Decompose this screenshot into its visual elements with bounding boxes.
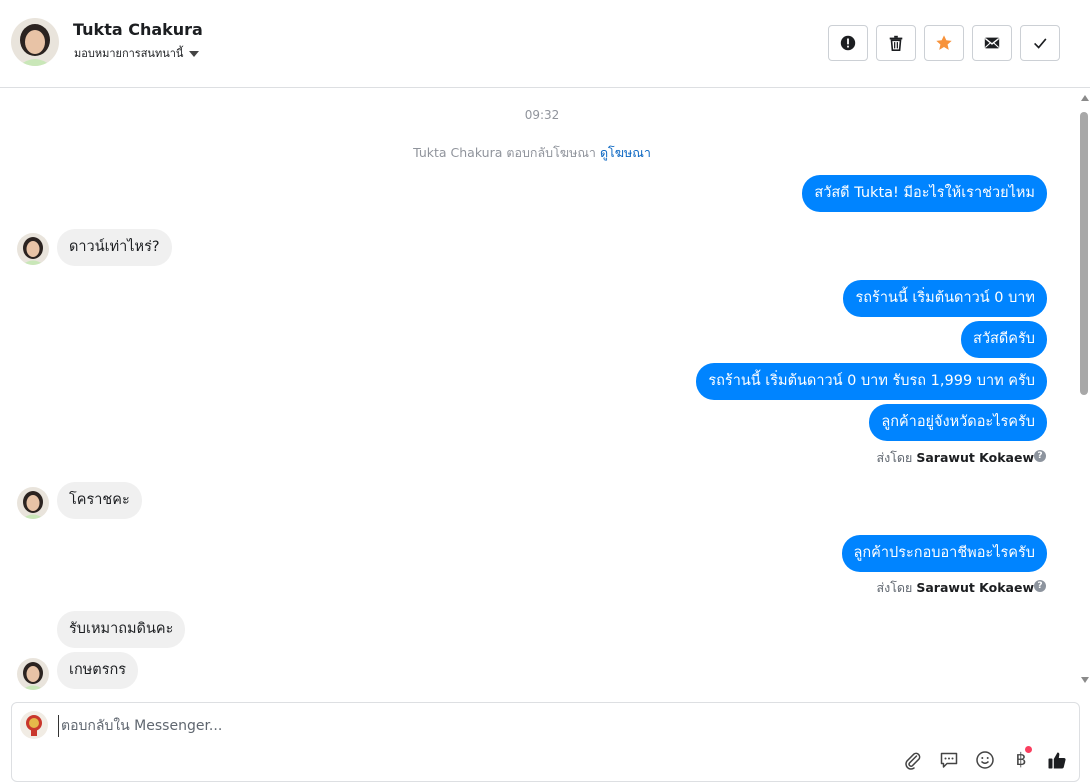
emoji-icon [976, 751, 994, 769]
saved-replies-button[interactable] [938, 749, 960, 771]
star-icon [936, 35, 952, 50]
outgoing-message: รถร้านนี้ เริ่มต้นดาวน์ 0 บาท รับรถ 1,99… [696, 363, 1047, 400]
mark-unread-button[interactable] [972, 25, 1012, 61]
contact-avatar-small [17, 658, 49, 690]
help-icon[interactable]: ? [1034, 450, 1046, 462]
star-button[interactable] [924, 25, 964, 61]
thumbs-up-icon [1048, 752, 1066, 769]
incoming-message: รับเหมาถมดินคะ [57, 611, 186, 648]
view-ad-link[interactable]: ดูโฆษณา [600, 145, 651, 160]
caret-down-icon [189, 50, 200, 57]
sent-by-prefix: ส่งโดย [876, 580, 913, 595]
alert-circle-icon [840, 35, 856, 51]
outgoing-message: รถร้านนี้ เริ่มต้นดาวน์ 0 บาท [843, 280, 1047, 317]
incoming-message: โคราชคะ [57, 482, 142, 519]
outgoing-message: สวัสดี Tukta! มีอะไรให้เราช่วยไหม [802, 175, 1047, 212]
envelope-icon [984, 37, 1000, 49]
emoji-button[interactable] [974, 749, 996, 771]
outgoing-message: ลูกค้าประกอบอาชีพอะไรครับ [841, 535, 1047, 572]
sent-by-name: Sarawut Kokaew [916, 580, 1034, 595]
reply-composer: ฿ [11, 702, 1080, 782]
paperclip-icon [905, 752, 921, 770]
message-thread: 09:32 Tukta Chakura ตอบกลับโฆษณา ดูโฆษณา… [0, 89, 1076, 701]
sent-by-label: ส่งโดย Sarawut Kokaew [876, 448, 1034, 468]
baht-payment-icon: ฿ [1015, 750, 1027, 770]
contact-avatar[interactable] [11, 18, 59, 66]
mark-spam-button[interactable] [828, 25, 868, 61]
help-icon[interactable]: ? [1034, 580, 1046, 592]
reply-input[interactable] [58, 715, 958, 737]
scrollbar-thumb[interactable] [1080, 112, 1088, 395]
sent-by-label: ส่งโดย Sarawut Kokaew [876, 578, 1034, 598]
page-avatar [20, 711, 48, 739]
outgoing-message: ลูกค้าอยู่จังหวัดอะไรครับ [869, 404, 1047, 441]
outgoing-message: สวัสดีครับ [961, 321, 1047, 358]
scrollbar[interactable] [1078, 92, 1090, 686]
scroll-down-arrow-icon[interactable] [1081, 677, 1089, 683]
contact-avatar-small [17, 233, 49, 265]
check-icon [1034, 38, 1047, 49]
attach-file-button[interactable] [902, 749, 924, 771]
saved-reply-icon [940, 752, 958, 768]
notification-dot [1025, 746, 1032, 753]
like-button[interactable] [1046, 749, 1068, 771]
sent-by-name: Sarawut Kokaew [916, 450, 1034, 465]
message-timestamp: 09:32 [524, 108, 560, 122]
sent-by-prefix: ส่งโดย [876, 450, 913, 465]
contact-name[interactable]: Tukta Chakura [73, 20, 203, 39]
mark-done-button[interactable] [1020, 25, 1060, 61]
contact-avatar-small [17, 487, 49, 519]
assign-conversation-dropdown[interactable]: มอบหมายการสนทนานี้ [74, 44, 200, 62]
payment-button[interactable]: ฿ [1010, 746, 1032, 771]
conversation-header: Tukta Chakura มอบหมายการสนทนานี้ [0, 0, 1090, 88]
trash-icon [889, 35, 903, 52]
scroll-up-arrow-icon[interactable] [1081, 95, 1089, 101]
assign-label: มอบหมายการสนทนานี้ [74, 47, 184, 60]
ad-reply-text: Tukta Chakura ตอบกลับโฆษณา [413, 145, 596, 160]
delete-button[interactable] [876, 25, 916, 61]
incoming-message: เกษตรกร [57, 652, 139, 689]
incoming-message: ดาวน์เท่าไหร่? [57, 229, 172, 266]
ad-reply-notice: Tukta Chakura ตอบกลับโฆษณา ดูโฆษณา [0, 143, 1064, 163]
